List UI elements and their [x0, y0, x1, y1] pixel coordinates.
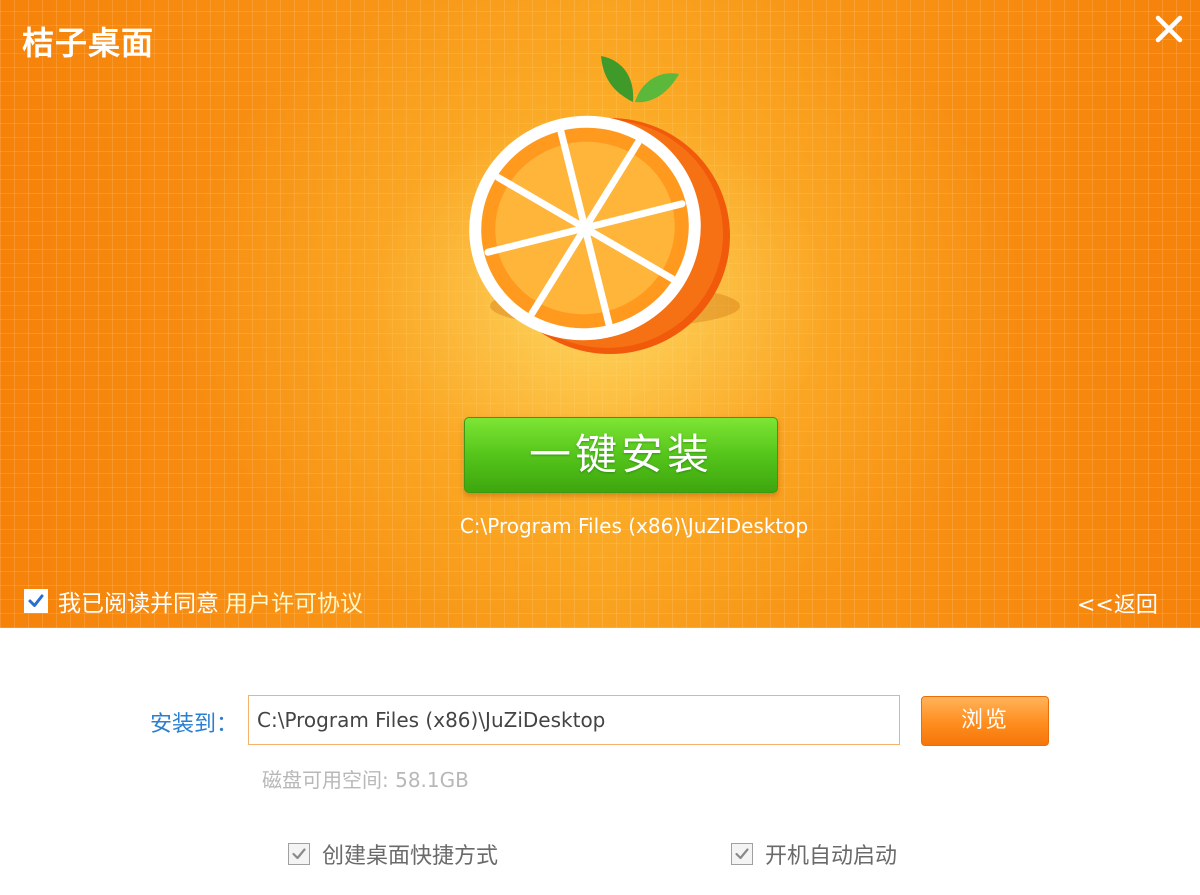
installer-window: 桔子桌面 一键安装 C:\Program Files (x86)\JuZiDes…: [0, 0, 1200, 895]
disk-space-text: 磁盘可用空间: 58.1GB: [262, 768, 469, 792]
back-link[interactable]: <<返回: [1077, 587, 1158, 619]
one-click-install-button[interactable]: 一键安装: [464, 417, 778, 493]
checkmark-icon: [292, 848, 306, 860]
install-to-label: 安装到：: [150, 712, 239, 737]
checkmark-icon: [735, 848, 749, 860]
close-button[interactable]: [1152, 12, 1186, 46]
install-path-text: C:\Program Files (x86)\JuZiDesktop: [459, 514, 809, 538]
desktop-shortcut-label: 创建桌面快捷方式: [322, 844, 499, 869]
autostart-label: 开机自动启动: [765, 844, 898, 869]
browse-button[interactable]: 浏览: [921, 696, 1049, 746]
agree-checkbox[interactable]: [24, 589, 48, 613]
license-link[interactable]: 用户许可协议: [225, 584, 363, 618]
autostart-checkbox[interactable]: [731, 843, 753, 865]
header-banner: 桔子桌面 一键安装 C:\Program Files (x86)\JuZiDes…: [0, 0, 1200, 628]
license-agreement: 我已阅读并同意 用户许可协议: [24, 584, 363, 618]
close-icon: [1155, 15, 1183, 43]
desktop-shortcut-option[interactable]: 创建桌面快捷方式: [288, 838, 498, 870]
install-path-input[interactable]: [248, 695, 900, 745]
orange-logo-icon: [469, 56, 740, 354]
checkmark-icon: [28, 594, 44, 607]
autostart-option[interactable]: 开机自动启动: [731, 838, 897, 870]
agree-text: 我已阅读并同意: [58, 591, 219, 617]
desktop-shortcut-checkbox[interactable]: [288, 843, 310, 865]
app-title: 桔子桌面: [22, 24, 155, 62]
